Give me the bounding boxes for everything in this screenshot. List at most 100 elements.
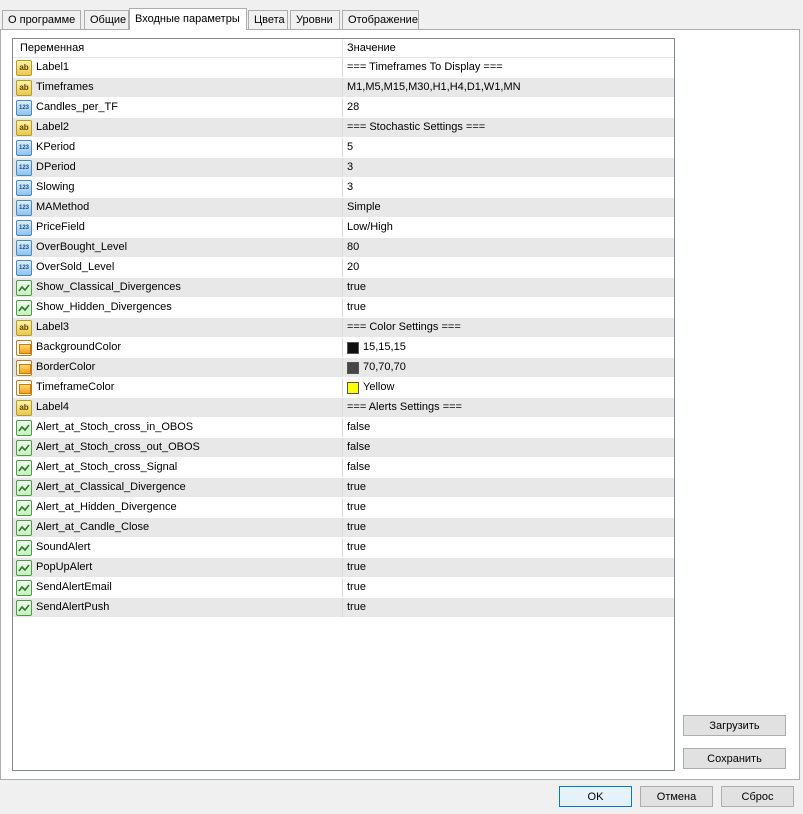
table-row[interactable]: SoundAlert true — [13, 538, 674, 558]
tab-about[interactable]: О программе — [2, 10, 81, 29]
variable-cell[interactable]: BorderColor — [13, 358, 343, 377]
variable-name: Timeframes — [36, 81, 94, 93]
variable-cell[interactable]: SendAlertPush — [13, 598, 343, 617]
variable-cell[interactable]: BackgroundColor — [13, 338, 343, 357]
table-row[interactable]: 123 OverSold_Level 20 — [13, 258, 674, 278]
table-row[interactable]: Alert_at_Stoch_cross_Signal false — [13, 458, 674, 478]
table-row[interactable]: 123 Slowing 3 — [13, 178, 674, 198]
table-row[interactable]: BorderColor 70,70,70 — [13, 358, 674, 378]
save-button[interactable]: Сохранить — [683, 748, 786, 769]
reset-button[interactable]: Сброс — [721, 786, 794, 807]
value-cell[interactable]: Simple — [343, 198, 674, 217]
variable-cell[interactable]: Alert_at_Candle_Close — [13, 518, 343, 537]
value-cell[interactable]: 70,70,70 — [343, 358, 674, 377]
table-row[interactable]: ab Label4 === Alerts Settings === — [13, 398, 674, 418]
table-row[interactable]: TimeframeColor Yellow — [13, 378, 674, 398]
table-row[interactable]: Alert_at_Candle_Close true — [13, 518, 674, 538]
variable-cell[interactable]: 123 Slowing — [13, 178, 343, 197]
value-cell[interactable]: 5 — [343, 138, 674, 157]
load-button[interactable]: Загрузить — [683, 715, 786, 736]
variable-cell[interactable]: ab Label4 — [13, 398, 343, 417]
variable-cell[interactable]: Alert_at_Classical_Divergence — [13, 478, 343, 497]
tab-colors[interactable]: Цвета — [248, 10, 288, 29]
variable-cell[interactable]: 123 Candles_per_TF — [13, 98, 343, 117]
table-row[interactable]: ab Label3 === Color Settings === — [13, 318, 674, 338]
value-cell[interactable]: false — [343, 438, 674, 457]
variable-cell[interactable]: Alert_at_Stoch_cross_out_OBOS — [13, 438, 343, 457]
variable-value: 20 — [347, 261, 360, 273]
tab-visualization[interactable]: Отображение — [342, 10, 419, 29]
variable-cell[interactable]: ab Label3 — [13, 318, 343, 337]
table-row[interactable]: 123 PriceField Low/High — [13, 218, 674, 238]
column-header-variable[interactable]: Переменная — [13, 39, 343, 57]
value-cell[interactable]: true — [343, 498, 674, 517]
value-cell[interactable]: === Color Settings === — [343, 318, 674, 337]
tab-levels[interactable]: Уровни — [290, 10, 340, 29]
table-row[interactable]: Show_Hidden_Divergences true — [13, 298, 674, 318]
table-row[interactable]: 123 Candles_per_TF 28 — [13, 98, 674, 118]
variable-cell[interactable]: 123 KPeriod — [13, 138, 343, 157]
table-row[interactable]: Alert_at_Stoch_cross_out_OBOS false — [13, 438, 674, 458]
value-cell[interactable]: === Timeframes To Display === — [343, 58, 674, 77]
value-cell[interactable]: Low/High — [343, 218, 674, 237]
table-row[interactable]: Show_Classical_Divergences true — [13, 278, 674, 298]
variable-cell[interactable]: 123 PriceField — [13, 218, 343, 237]
ok-button[interactable]: OK — [559, 786, 632, 807]
table-row[interactable]: ab Label1 === Timeframes To Display === — [13, 58, 674, 78]
variable-cell[interactable]: SoundAlert — [13, 538, 343, 557]
table-row[interactable]: Alert_at_Stoch_cross_in_OBOS false — [13, 418, 674, 438]
value-cell[interactable]: 15,15,15 — [343, 338, 674, 357]
variable-cell[interactable]: Alert_at_Hidden_Divergence — [13, 498, 343, 517]
value-cell[interactable]: M1,M5,M15,M30,H1,H4,D1,W1,MN — [343, 78, 674, 97]
value-cell[interactable]: 3 — [343, 178, 674, 197]
table-row[interactable]: 123 DPeriod 3 — [13, 158, 674, 178]
variable-cell[interactable]: Show_Classical_Divergences — [13, 278, 343, 297]
value-cell[interactable]: 20 — [343, 258, 674, 277]
variable-cell[interactable]: ab Timeframes — [13, 78, 343, 97]
value-cell[interactable]: true — [343, 558, 674, 577]
table-row[interactable]: 123 OverBought_Level 80 — [13, 238, 674, 258]
table-row[interactable]: 123 MAMethod Simple — [13, 198, 674, 218]
value-cell[interactable]: === Alerts Settings === — [343, 398, 674, 417]
variable-cell[interactable]: TimeframeColor — [13, 378, 343, 397]
value-cell[interactable]: false — [343, 458, 674, 477]
variable-cell[interactable]: Alert_at_Stoch_cross_in_OBOS — [13, 418, 343, 437]
table-row[interactable]: ab Label2 === Stochastic Settings === — [13, 118, 674, 138]
table-row[interactable]: PopUpAlert true — [13, 558, 674, 578]
tab-common[interactable]: Общие — [84, 10, 129, 29]
table-row[interactable]: Alert_at_Classical_Divergence true — [13, 478, 674, 498]
table-row[interactable]: Alert_at_Hidden_Divergence true — [13, 498, 674, 518]
value-cell[interactable]: true — [343, 578, 674, 597]
variable-cell[interactable]: PopUpAlert — [13, 558, 343, 577]
variable-cell[interactable]: 123 OverBought_Level — [13, 238, 343, 257]
variable-cell[interactable]: ab Label1 — [13, 58, 343, 77]
value-cell[interactable]: true — [343, 298, 674, 317]
table-row[interactable]: BackgroundColor 15,15,15 — [13, 338, 674, 358]
variable-cell[interactable]: 123 DPeriod — [13, 158, 343, 177]
variable-cell[interactable]: 123 OverSold_Level — [13, 258, 343, 277]
value-cell[interactable]: true — [343, 518, 674, 537]
value-cell[interactable]: 3 — [343, 158, 674, 177]
value-cell[interactable]: 80 — [343, 238, 674, 257]
number-type-icon: 123 — [16, 99, 32, 116]
value-cell[interactable]: true — [343, 598, 674, 617]
value-cell[interactable]: false — [343, 418, 674, 437]
value-cell[interactable]: true — [343, 478, 674, 497]
cancel-button[interactable]: Отмена — [640, 786, 713, 807]
table-row[interactable]: SendAlertPush true — [13, 598, 674, 618]
tab-inputs[interactable]: Входные параметры — [129, 8, 247, 30]
table-row[interactable]: 123 KPeriod 5 — [13, 138, 674, 158]
variable-cell[interactable]: ab Label2 — [13, 118, 343, 137]
variable-cell[interactable]: 123 MAMethod — [13, 198, 343, 217]
value-cell[interactable]: 28 — [343, 98, 674, 117]
table-row[interactable]: SendAlertEmail true — [13, 578, 674, 598]
value-cell[interactable]: true — [343, 538, 674, 557]
column-header-value[interactable]: Значение — [343, 39, 674, 57]
table-row[interactable]: ab Timeframes M1,M5,M15,M30,H1,H4,D1,W1,MN — [13, 78, 674, 98]
variable-cell[interactable]: Show_Hidden_Divergences — [13, 298, 343, 317]
variable-cell[interactable]: SendAlertEmail — [13, 578, 343, 597]
variable-cell[interactable]: Alert_at_Stoch_cross_Signal — [13, 458, 343, 477]
value-cell[interactable]: Yellow — [343, 378, 674, 397]
value-cell[interactable]: === Stochastic Settings === — [343, 118, 674, 137]
value-cell[interactable]: true — [343, 278, 674, 297]
